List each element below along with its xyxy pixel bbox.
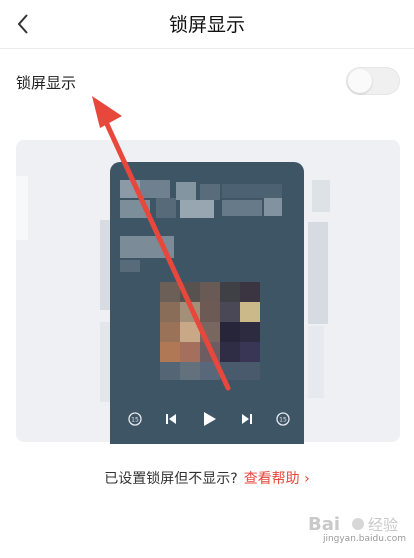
header: 锁屏显示: [0, 0, 414, 49]
blur-block: [160, 302, 180, 322]
blur-block: [220, 362, 260, 380]
blur-block: [180, 322, 200, 342]
blur-block: [308, 326, 324, 398]
blur-block: [240, 302, 260, 322]
blur-block: [140, 180, 170, 198]
forward-15-icon: 15: [276, 412, 290, 426]
rewind-15-icon: 15: [128, 412, 142, 426]
blur-block: [222, 184, 282, 198]
player-controls: 15 15: [110, 404, 304, 434]
blur-block: [312, 180, 330, 212]
blur-block: [200, 282, 220, 302]
blur-block: [120, 236, 174, 258]
blur-block: [120, 260, 140, 272]
previous-button[interactable]: [156, 404, 186, 434]
next-button[interactable]: [232, 404, 262, 434]
blur-block: [180, 302, 200, 322]
blur-block: [160, 322, 180, 342]
baidu-watermark-logo: Bai 经验: [308, 514, 398, 535]
blur-block: [222, 200, 262, 216]
blur-block: [120, 180, 140, 198]
toggle-knob: [348, 69, 372, 93]
blur-block: [240, 282, 260, 302]
blur-block: [308, 222, 328, 324]
blur-block: [16, 176, 28, 240]
previous-icon: [166, 414, 176, 424]
blur-block: [200, 322, 220, 342]
blur-block: [180, 342, 200, 362]
lock-screen-label: 锁屏显示: [16, 74, 77, 92]
blur-block: [160, 282, 180, 302]
blur-block: [220, 322, 240, 342]
watermark-url: jingyan.baidu.com: [322, 534, 406, 544]
blur-block: [200, 342, 220, 362]
blur-block: [200, 184, 220, 200]
blur-block: [240, 322, 260, 342]
play-icon: [204, 412, 216, 426]
svg-text:经验: 经验: [368, 516, 398, 534]
rewind-15-button[interactable]: 15: [120, 404, 150, 434]
blur-block: [180, 282, 200, 302]
blur-block: [160, 362, 180, 380]
view-help-link[interactable]: 查看帮助 ›: [244, 471, 310, 487]
blur-block: [220, 342, 240, 362]
forward-15-button[interactable]: 15: [268, 404, 298, 434]
blur-block: [220, 302, 240, 322]
blur-block: [160, 342, 180, 362]
phone-mockup: [110, 162, 304, 444]
chevron-right-icon: ›: [304, 471, 310, 487]
play-button[interactable]: [194, 404, 224, 434]
blur-block: [240, 342, 260, 362]
lock-screen-toggle[interactable]: [346, 67, 400, 95]
svg-text:Bai: Bai: [308, 514, 340, 535]
blur-block: [180, 362, 200, 380]
blur-block: [156, 198, 176, 218]
next-icon: [242, 414, 252, 424]
svg-text:15: 15: [279, 417, 287, 424]
blur-block: [180, 200, 214, 218]
page-title: 锁屏显示: [168, 14, 245, 36]
blur-block: [120, 200, 150, 218]
blur-block: [264, 198, 282, 216]
help-row: 已设置锁屏但不显示? 查看帮助 ›: [0, 468, 414, 488]
svg-text:15: 15: [131, 417, 139, 424]
blur-block: [200, 302, 220, 322]
blur-block: [200, 362, 220, 380]
blur-block: [176, 182, 196, 200]
blur-block: [220, 282, 240, 302]
help-question: 已设置锁屏但不显示?: [104, 471, 238, 487]
